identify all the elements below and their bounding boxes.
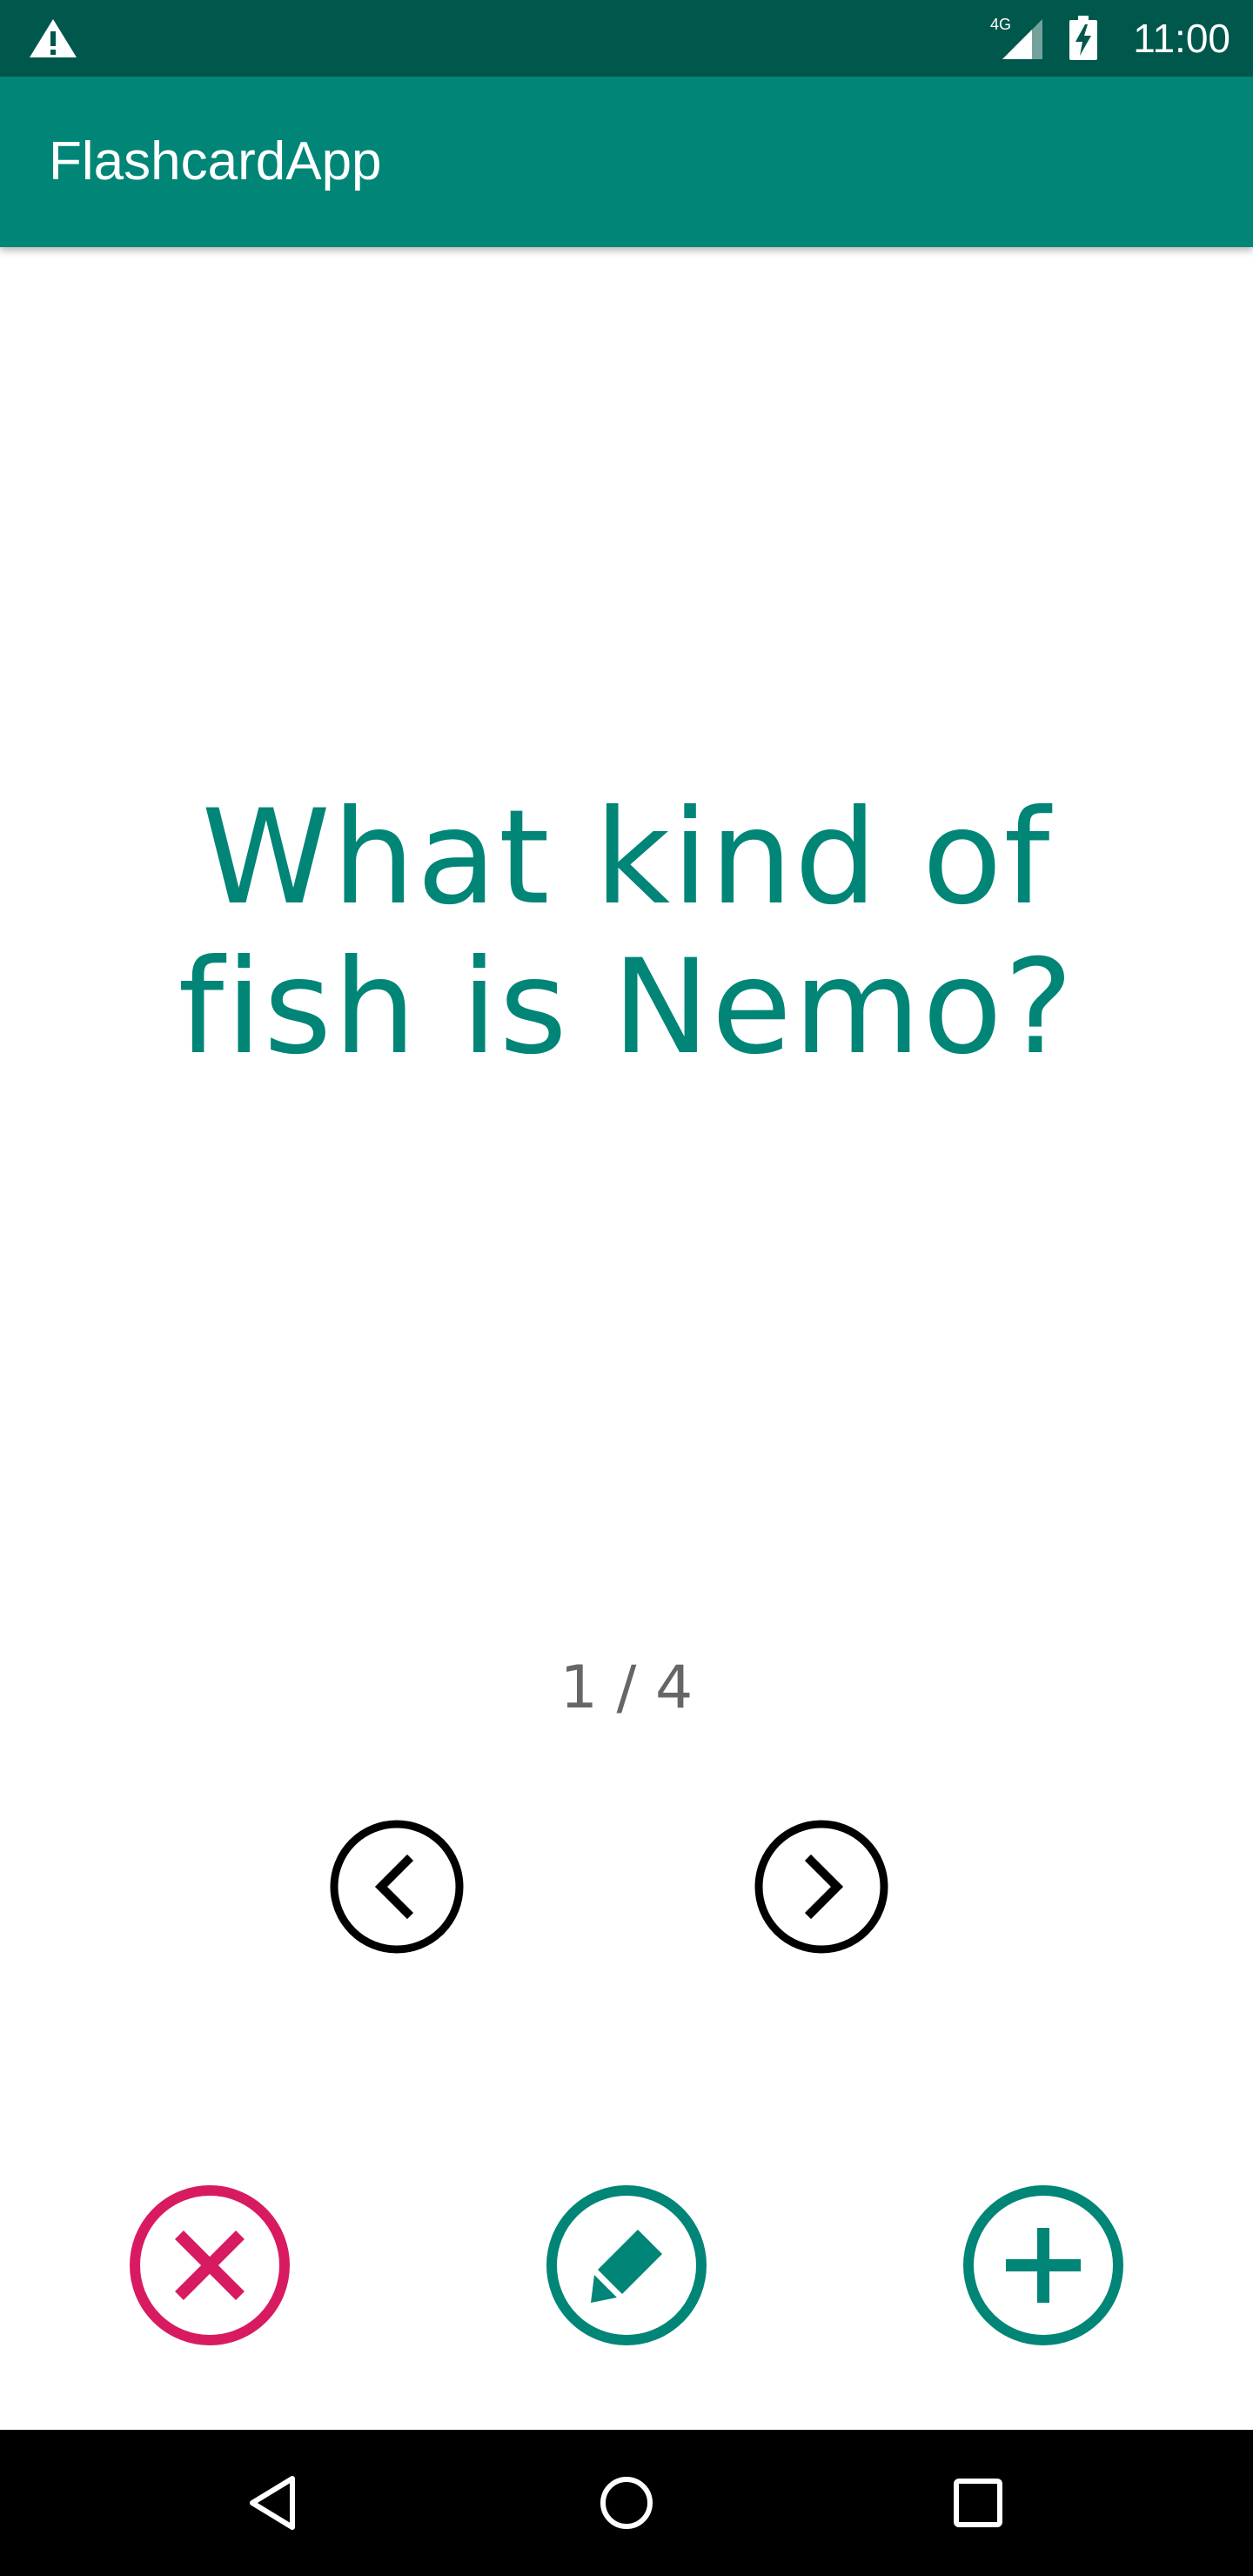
home-icon xyxy=(600,2477,653,2529)
recents-icon xyxy=(954,2479,1002,2527)
app-title: FlashcardApp xyxy=(49,131,382,191)
chevron-left-icon xyxy=(330,1820,464,1954)
system-back-button[interactable] xyxy=(238,2466,312,2539)
pencil-icon xyxy=(546,2185,707,2345)
warning-icon xyxy=(28,17,78,59)
status-bar: 4G 11:00 xyxy=(0,0,1253,77)
edit-card-button[interactable] xyxy=(544,2183,709,2348)
app-bar: FlashcardApp xyxy=(0,77,1253,247)
flashcard-screen: 4G 11:00 FlashcardApp What kind of fish … xyxy=(0,0,1253,2576)
close-icon xyxy=(130,2185,290,2345)
signal-icon: 4G xyxy=(988,14,1046,61)
card-counter: 1 / 4 xyxy=(559,1654,694,1722)
network-type-label: 4G xyxy=(990,16,1011,33)
flashcard-question[interactable]: What kind of fish is Nemo? xyxy=(104,783,1149,1097)
add-card-button[interactable] xyxy=(961,2183,1126,2348)
next-card-button[interactable] xyxy=(754,1819,889,1955)
system-home-button[interactable] xyxy=(590,2466,663,2539)
status-clock: 11:00 xyxy=(1133,16,1230,61)
delete-card-button[interactable] xyxy=(127,2183,292,2348)
system-navigation-bar xyxy=(0,2430,1253,2576)
battery-icon xyxy=(1069,16,1098,61)
previous-card-button[interactable] xyxy=(329,1819,465,1955)
plus-icon xyxy=(963,2185,1123,2345)
back-icon xyxy=(250,2476,295,2530)
system-recents-button[interactable] xyxy=(941,2466,1015,2539)
chevron-right-icon xyxy=(754,1820,888,1954)
